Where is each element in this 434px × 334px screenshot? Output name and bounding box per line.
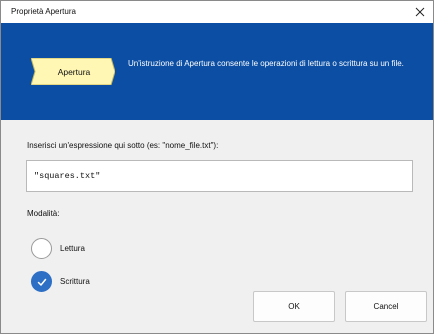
ok-button[interactable]: OK bbox=[253, 291, 335, 322]
flowchart-shape: Apertura bbox=[31, 58, 115, 85]
properties-dialog: Proprietà Apertura Apertura Un'istruzion… bbox=[0, 0, 434, 334]
radio-checked-icon bbox=[31, 271, 52, 292]
expression-label: Inserisci un'espressione qui sotto (es: … bbox=[27, 141, 219, 150]
shape-label: Apertura bbox=[57, 66, 91, 77]
banner-description: Un'istruzione di Apertura consente le op… bbox=[128, 59, 404, 68]
close-icon bbox=[415, 7, 425, 17]
radio-scrittura[interactable]: Scrittura bbox=[31, 271, 90, 292]
checkmark-icon bbox=[37, 278, 46, 286]
title-bar: Proprietà Apertura bbox=[1, 1, 433, 23]
window-title: Proprietà Apertura bbox=[11, 7, 76, 16]
radio-scrittura-label: Scrittura bbox=[60, 277, 90, 286]
expression-input[interactable] bbox=[26, 160, 413, 192]
radio-lettura[interactable]: Lettura bbox=[31, 238, 85, 259]
cancel-button[interactable]: Cancel bbox=[345, 291, 427, 322]
info-banner: Apertura Un'istruzione di Apertura conse… bbox=[1, 23, 433, 120]
mode-label: Modalità: bbox=[27, 209, 60, 218]
radio-lettura-label: Lettura bbox=[60, 244, 85, 253]
close-button[interactable] bbox=[407, 1, 433, 23]
radio-unchecked-icon bbox=[31, 238, 52, 259]
